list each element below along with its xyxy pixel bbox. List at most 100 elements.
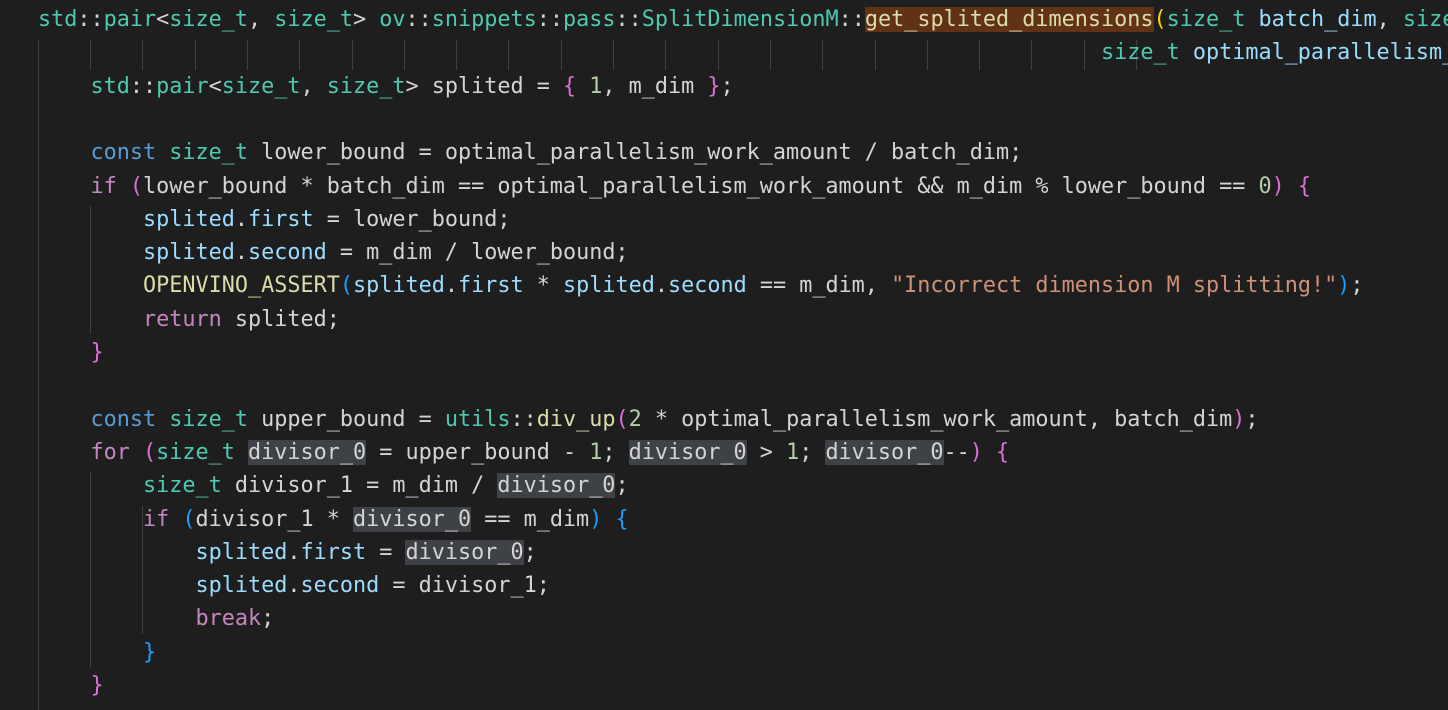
code-line: splited.second = divisor_1; xyxy=(38,569,550,602)
code-token: :: xyxy=(838,7,865,32)
code-token: first xyxy=(300,539,367,565)
code-token: splited xyxy=(195,539,288,565)
code-line: } xyxy=(38,669,104,702)
code-token: ( xyxy=(143,439,157,465)
code-token: 0 xyxy=(1258,173,1272,199)
code-token: first xyxy=(247,206,314,232)
code-token: OPENVINO_ASSERT xyxy=(142,273,340,299)
code-token: < xyxy=(208,73,222,99)
code-token: const xyxy=(90,140,157,166)
code-token: ) xyxy=(1232,406,1246,432)
code-token: splited xyxy=(142,240,235,266)
code-token: :: xyxy=(615,7,642,32)
code-token: splited xyxy=(352,273,445,299)
code-token: , xyxy=(248,7,275,32)
code-token: first xyxy=(457,273,524,299)
code-token: . xyxy=(287,573,301,599)
code-token: divisor_0 xyxy=(825,439,944,465)
code-line: if (divisor_1 * divisor_0 == m_dim) { xyxy=(38,503,629,536)
code-token: } xyxy=(90,340,104,365)
code-line: } xyxy=(38,636,156,669)
code-token: snippets xyxy=(431,7,537,32)
code-token: ( xyxy=(615,406,629,432)
code-token: } xyxy=(142,639,157,665)
code-token: 1 xyxy=(589,73,603,99)
code-token: splited; xyxy=(221,306,340,332)
code-token: optimal_parallelism_work_amount xyxy=(1192,40,1448,66)
code-token: splited xyxy=(562,273,655,299)
code-token: splited xyxy=(195,573,288,599)
code-token: divisor_0 xyxy=(405,539,524,565)
code-token: return xyxy=(142,306,222,332)
code-line: } xyxy=(38,336,104,369)
code-token: break xyxy=(195,606,262,632)
code-line: break; xyxy=(38,602,274,635)
code-token: ; xyxy=(799,439,826,465)
code-token: { xyxy=(562,73,577,99)
code-line: splited.first = divisor_0; xyxy=(38,536,537,569)
code-token: :: xyxy=(77,7,104,32)
code-token: = lower_bound; xyxy=(313,206,511,232)
code-token: = divisor_1; xyxy=(379,573,550,599)
code-token: ; xyxy=(615,473,629,499)
code-token: size_t xyxy=(169,140,248,166)
code-token: . xyxy=(234,206,248,232)
code-token: std xyxy=(90,73,130,99)
code-token: ; xyxy=(602,439,629,465)
code-token: -- xyxy=(943,439,970,465)
code-line: const size_t lower_bound = optimal_paral… xyxy=(38,136,1023,169)
code-token: * xyxy=(523,273,563,299)
code-token: { xyxy=(615,506,629,532)
code-token: = m_dim / lower_bound; xyxy=(326,240,629,266)
code-editor[interactable]: std::pair<size_t, size_t> ov::snippets::… xyxy=(0,0,1448,710)
code-token: divisor_1 * xyxy=(195,506,353,532)
code-token: ) xyxy=(969,439,983,465)
code-token: == m_dim xyxy=(471,506,590,532)
code-token: divisor_0 xyxy=(497,473,616,499)
code-token: size_t xyxy=(169,406,248,432)
code-token: ( xyxy=(182,506,196,532)
code-token: == m_dim, xyxy=(746,273,892,299)
code-token: size_t xyxy=(1402,7,1448,32)
code-token: ( xyxy=(1153,7,1167,32)
code-token: , xyxy=(300,73,327,99)
code-line: if (lower_bound * batch_dim == optimal_p… xyxy=(38,170,1311,203)
code-line: splited.second = m_dim / lower_bound; xyxy=(38,236,629,269)
code-token: ) xyxy=(1337,273,1351,299)
code-line: splited.first = lower_bound; xyxy=(38,203,510,236)
code-token: size_t xyxy=(1100,40,1180,66)
code-token: pair xyxy=(103,7,157,32)
code-token: 2 xyxy=(628,406,642,432)
code-token: ( xyxy=(129,173,143,199)
code-token: . xyxy=(234,240,248,266)
code-token: size_t xyxy=(156,439,235,465)
code-token: = upper_bound - xyxy=(366,439,590,465)
code-token: splited xyxy=(142,206,235,232)
code-token: ; xyxy=(523,539,537,565)
code-token: batch_dim xyxy=(1258,7,1377,32)
code-token: size_t xyxy=(169,7,248,32)
code-token: lower_bound = optimal_parallelism_work_a… xyxy=(248,140,1023,166)
code-token: , xyxy=(1376,7,1403,32)
code-line: size_t optimal_parallelism_work_amount xyxy=(38,36,1448,69)
code-token: divisor_1 = m_dim / xyxy=(221,473,498,499)
